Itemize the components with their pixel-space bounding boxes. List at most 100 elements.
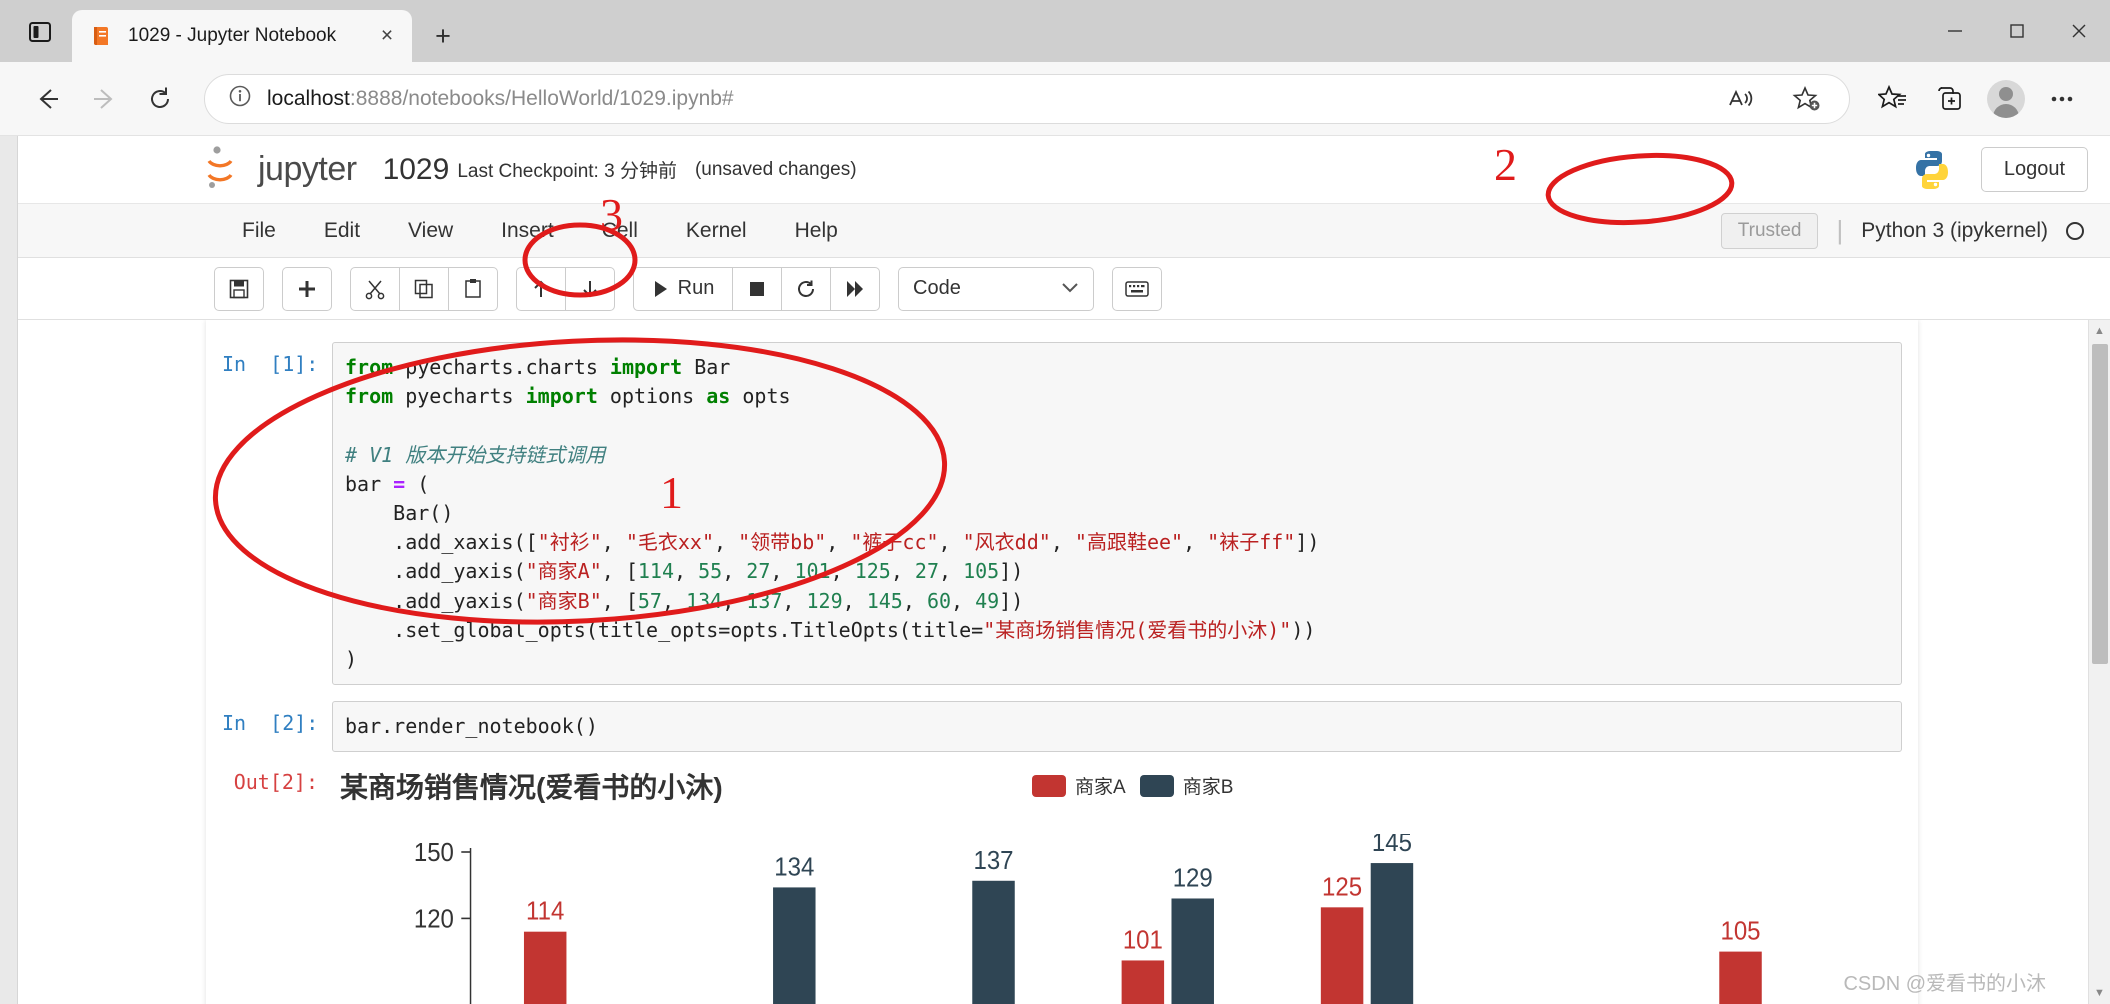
copy-icon[interactable] (399, 266, 449, 311)
close-window-icon[interactable] (2048, 0, 2110, 62)
annotation-number-1: 1 (660, 467, 683, 518)
minimize-icon[interactable] (1924, 0, 1986, 62)
maximize-icon[interactable] (1986, 0, 2048, 62)
legend-label-b: 商家B (1182, 777, 1234, 799)
toolbar-group-move (516, 266, 615, 311)
logout-button[interactable]: Logout (1980, 147, 2088, 192)
add-cell-icon[interactable] (282, 266, 332, 311)
notebook-name[interactable]: 1029 (383, 153, 450, 187)
stop-icon[interactable] (732, 266, 782, 311)
restart-run-all-icon[interactable] (830, 266, 880, 311)
menu-insert[interactable]: Insert (477, 204, 578, 258)
move-up-icon[interactable] (516, 266, 566, 311)
code-cell-2[interactable]: In [2]: bar.render_notebook() (206, 693, 1918, 760)
page-scrollbar[interactable]: ▲ ▼ (2088, 320, 2110, 1004)
jupyter-menubar: File Edit View Insert Cell Kernel Help T… (18, 204, 2110, 258)
toolbar-group-save (214, 266, 264, 311)
legend-label-a: 商家A (1075, 777, 1126, 799)
code-editor-1[interactable]: from pyecharts.charts import Bar from pye… (332, 342, 1902, 686)
kernel-name[interactable]: Python 3 (ipykernel) (1861, 219, 2048, 243)
avatar (1987, 79, 2025, 118)
menu-file[interactable]: File (218, 204, 300, 258)
browser-toolbar: localhost:8888/notebooks/HelloWorld/1029… (0, 62, 2110, 136)
address-bar[interactable]: localhost:8888/notebooks/HelloWorld/1029… (204, 73, 1850, 125)
run-label: Run (677, 277, 715, 299)
menu-kernel[interactable]: Kernel (662, 204, 771, 258)
svg-text:101: 101 (1123, 926, 1163, 955)
output-prompt: Out[2]: (233, 770, 318, 795)
svg-text:120: 120 (414, 905, 454, 934)
trusted-badge[interactable]: Trusted (1720, 212, 1819, 249)
toolbar-group-edit (350, 266, 498, 311)
close-icon[interactable]: × (374, 23, 400, 49)
menu-edit[interactable]: Edit (300, 204, 384, 258)
legend-swatch-a (1032, 774, 1066, 797)
jupyter-logo[interactable]: jupyter (206, 144, 357, 196)
cell-type-select[interactable]: Code (898, 266, 1094, 311)
annotation-number-3: 3 (600, 189, 623, 240)
menu-view[interactable]: View (384, 204, 477, 258)
tab-actions-button[interactable] (14, 6, 66, 58)
favorites-icon[interactable] (1868, 73, 1920, 125)
restart-icon[interactable] (781, 266, 831, 311)
svg-text:129: 129 (1173, 864, 1213, 893)
toolbar-group-insert (282, 266, 332, 311)
forward-icon[interactable] (78, 73, 130, 125)
toolbar-group-palette (1112, 266, 1162, 311)
play-icon (654, 280, 667, 297)
add-favorite-icon[interactable] (1781, 73, 1833, 125)
python-logo-icon (1909, 147, 1955, 193)
notebook-body: In [1]: from pyecharts.charts import Bar… (18, 320, 2110, 1004)
jupyter-logo-text: jupyter (258, 150, 357, 188)
annotation-number-2: 2 (1494, 139, 1517, 190)
pyecharts-bar-chart[interactable]: 某商场销售情况(爱看书的小沐) 商家A 商家B 120 150 114 134 … (332, 764, 1902, 1004)
run-button[interactable]: Run (633, 266, 733, 311)
new-tab-button[interactable]: + (422, 15, 464, 57)
read-aloud-icon[interactable] (1715, 73, 1767, 125)
legend-item-b[interactable]: 商家B (1139, 772, 1234, 799)
profile-avatar[interactable] (1980, 73, 2032, 125)
svg-text:150: 150 (414, 838, 454, 867)
collections-icon[interactable] (1924, 73, 1976, 125)
info-icon[interactable] (227, 83, 253, 114)
notebook-panel: In [1]: from pyecharts.charts import Bar… (206, 320, 1918, 1004)
save-icon[interactable] (214, 266, 264, 311)
jupyter-header: jupyter 1029 Last Checkpoint: 3 分钟前 (uns… (18, 136, 2110, 204)
svg-text:114: 114 (526, 897, 564, 926)
tab-title: 1029 - Jupyter Notebook (128, 25, 337, 46)
move-down-icon[interactable] (565, 266, 615, 311)
chart-title: 某商场销售情况(爱看书的小沐) (340, 772, 723, 804)
scrollbar-thumb[interactable] (2092, 344, 2108, 664)
browser-window: 1029 - Jupyter Notebook × + localhost:88… (0, 0, 2110, 1004)
svg-text:105: 105 (1720, 917, 1760, 946)
reload-icon[interactable] (134, 73, 186, 125)
keyboard-icon[interactable] (1112, 266, 1162, 311)
window-controls (1924, 0, 2110, 62)
chart-legend: 商家A 商家B (1032, 772, 1233, 799)
settings-more-icon[interactable] (2036, 73, 2088, 125)
scroll-down-arrow[interactable]: ▼ (2089, 982, 2110, 1004)
back-icon[interactable] (22, 73, 74, 125)
last-checkpoint: Last Checkpoint: 3 分钟前 (457, 161, 677, 182)
code-editor-2[interactable]: bar.render_notebook() (332, 701, 1902, 753)
browser-tab[interactable]: 1029 - Jupyter Notebook × (72, 10, 412, 62)
menu-help[interactable]: Help (771, 204, 862, 258)
url-text: localhost:8888/notebooks/HelloWorld/1029… (267, 87, 734, 111)
paste-icon[interactable] (448, 266, 498, 311)
legend-item-a[interactable]: 商家A (1032, 772, 1126, 799)
output-area: 某商场销售情况(爱看书的小沐) 商家A 商家B 120 150 114 134 … (332, 760, 1902, 1004)
jupyter-logo-icon (207, 145, 233, 188)
page-content: jupyter 1029 Last Checkpoint: 3 分钟前 (uns… (0, 136, 2110, 1004)
chart-plot-area: 1201501145755134271371011291251452760105… (414, 834, 1762, 1004)
kernel-divider: | (1836, 215, 1844, 245)
code-cell-1[interactable]: In [1]: from pyecharts.charts import Bar… (206, 334, 1918, 693)
scroll-up-arrow[interactable]: ▲ (2089, 320, 2110, 342)
output-cell: Out[2]: 某商场销售情况(爱看书的小沐) 商家A 商家B 120 150 … (206, 760, 1918, 1004)
chevron-down-icon (1061, 277, 1079, 300)
jupyter-toolbar: Run Code (18, 258, 2110, 320)
url-path: :8888/notebooks/HelloWorld/1029.ipynb# (349, 86, 734, 110)
cut-icon[interactable] (350, 266, 400, 311)
url-host: localhost (267, 86, 350, 110)
svg-text:125: 125 (1322, 873, 1362, 902)
svg-text:137: 137 (973, 846, 1013, 875)
